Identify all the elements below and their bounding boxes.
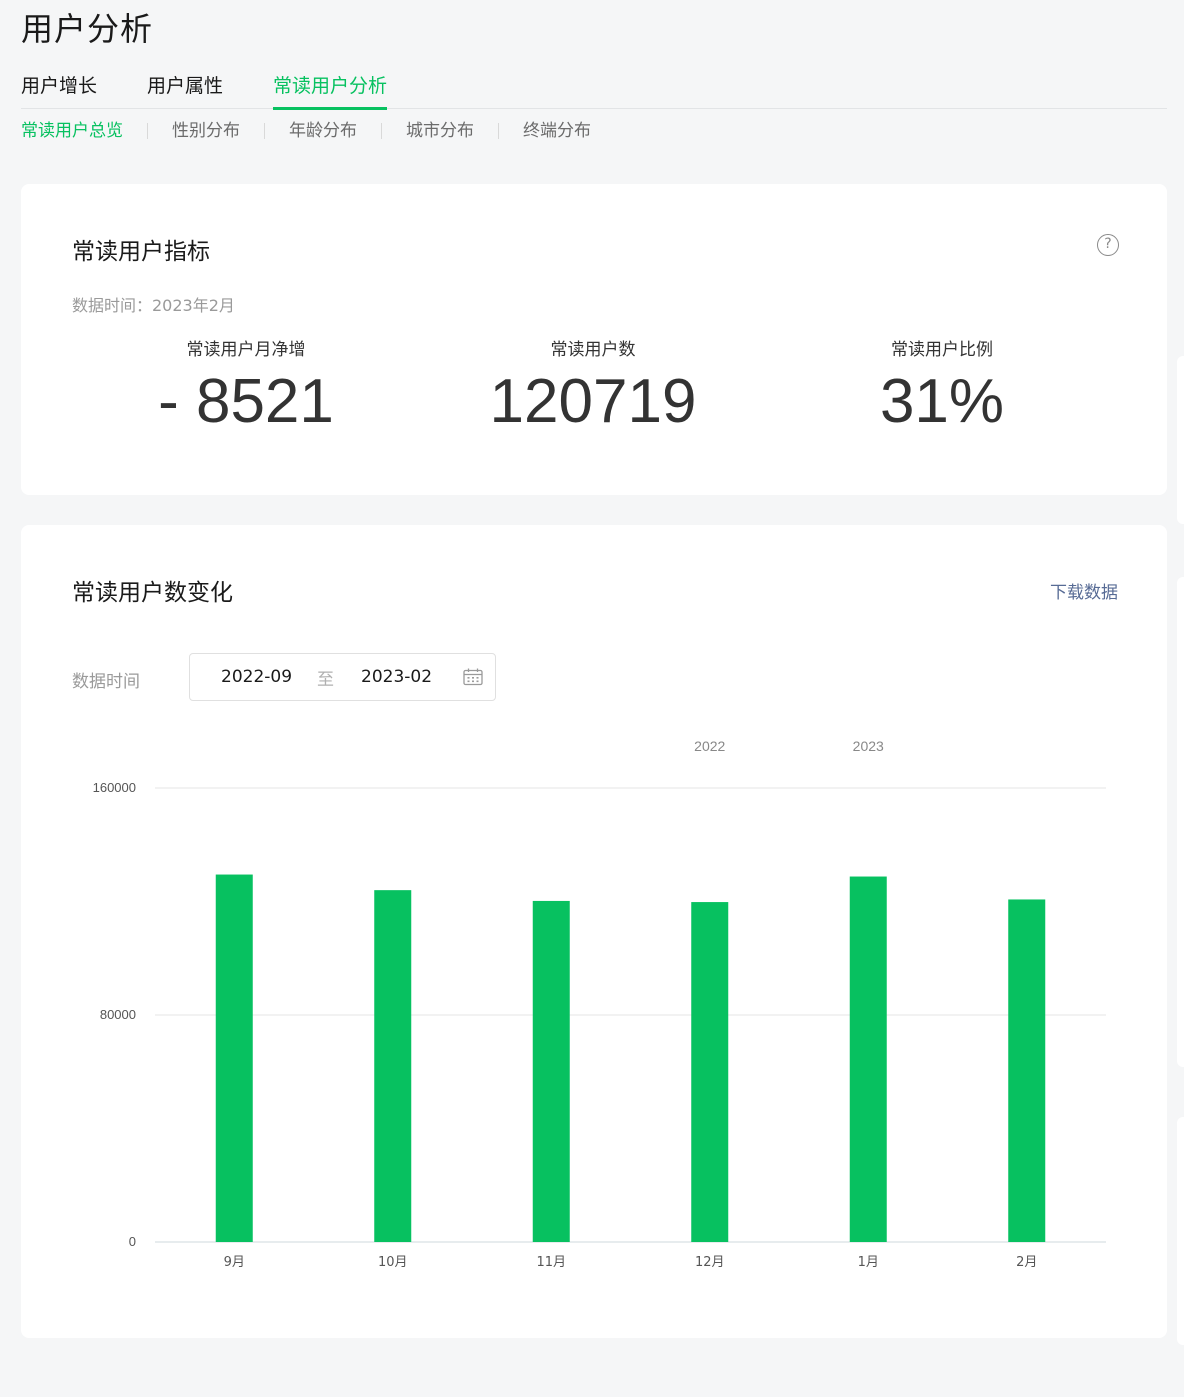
main-tabs: 用户增长 用户属性 常读用户分析 xyxy=(21,70,1167,110)
x-tick-label: 1月 xyxy=(858,1255,879,1270)
tab-user-growth[interactable]: 用户增长 xyxy=(21,70,97,109)
tab-user-attributes[interactable]: 用户属性 xyxy=(147,70,223,109)
metric-value: - 8521 xyxy=(158,367,334,436)
metrics-card: 常读用户指标 ? 数据时间：2023年2月 常读用户月净增 - 8521 常读用… xyxy=(21,184,1167,495)
bar xyxy=(215,874,253,1242)
x-tick-label: 2月 xyxy=(1016,1255,1037,1270)
subtab-divider xyxy=(264,123,265,139)
y-tick-label: 160000 xyxy=(93,780,136,795)
metric-ratio: 常读用户比例 31% xyxy=(792,338,1092,442)
side-panel-edge xyxy=(1177,577,1184,1067)
subtab-city[interactable]: 城市分布 xyxy=(406,118,474,144)
data-time: 数据时间：2023年2月 xyxy=(72,296,235,315)
bar xyxy=(691,902,729,1242)
y-tick-label: 80000 xyxy=(100,1007,136,1022)
bar xyxy=(1008,899,1046,1242)
bar xyxy=(532,900,570,1242)
metrics-card-title: 常读用户指标 xyxy=(72,239,210,265)
page-title: 用户分析 xyxy=(21,10,154,48)
x-tick-label: 10月 xyxy=(378,1255,408,1270)
x-tick-label: 9月 xyxy=(224,1255,245,1270)
subtab-overview[interactable]: 常读用户总览 xyxy=(21,118,123,144)
subtab-gender[interactable]: 性别分布 xyxy=(172,118,240,144)
metric-value: 31% xyxy=(879,367,1005,436)
x-tick-label: 12月 xyxy=(695,1255,725,1270)
year-label: 2023 xyxy=(853,738,884,754)
subtab-device[interactable]: 终端分布 xyxy=(523,118,591,144)
metric-frequent-readers: 常读用户数 120719 xyxy=(443,338,743,442)
x-tick-label: 11月 xyxy=(536,1255,566,1270)
side-panel-edge xyxy=(1177,356,1184,524)
metric-net-growth: 常读用户月净增 - 8521 xyxy=(96,338,396,442)
subtab-divider xyxy=(147,123,148,139)
tab-frequent-reader-analysis[interactable]: 常读用户分析 xyxy=(273,70,388,110)
frequent-readers-bar-chart: 0 80000 160000 9月 10月 11月 12月 1月 2月 2022 2023 xyxy=(93,738,1106,1270)
trend-card: 常读用户数变化 下载数据 数据时间 2022-09 至 2023-02 0 800… xyxy=(21,525,1167,1338)
metric-value: 120719 xyxy=(489,367,697,436)
bar xyxy=(849,876,887,1242)
year-label: 2022 xyxy=(694,738,725,754)
subtab-divider xyxy=(381,123,382,139)
sub-tabs: 常读用户总览 性别分布 年龄分布 城市分布 终端分布 xyxy=(21,118,591,144)
subtab-age[interactable]: 年龄分布 xyxy=(289,118,357,144)
question-circle-icon[interactable]: ? xyxy=(1097,234,1119,256)
y-tick-label: 0 xyxy=(129,1234,136,1249)
metric-label: 常读用户数 xyxy=(550,340,636,360)
subtab-divider xyxy=(498,123,499,139)
metric-label: 常读用户月净增 xyxy=(186,340,306,360)
side-panel-edge xyxy=(1177,1117,1184,1345)
bar xyxy=(374,890,412,1242)
metric-label: 常读用户比例 xyxy=(891,340,993,360)
